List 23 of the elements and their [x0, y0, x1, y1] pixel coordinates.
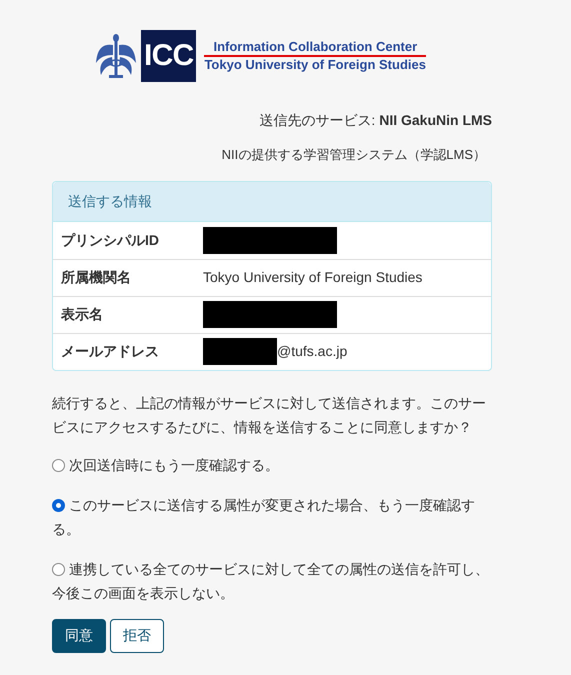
attribute-value: @tufs.ac.jp: [277, 342, 348, 361]
service-description: NIIの提供する学習管理システム（学認LMS）: [222, 146, 486, 164]
logo-title: Information Collaboration Center: [204, 39, 426, 57]
form-button[interactable]: 拒否: [110, 618, 164, 652]
consent-option[interactable]: 連携している全てのサービスに対して全ての属性の送信を許可し、今後この画面を表示しない。: [52, 556, 492, 604]
consent-option[interactable]: 次回送信時にもう一度確認する。: [52, 452, 492, 476]
consent-option[interactable]: このサービスに送信する属性が変更された場合、もう一度確認する。: [52, 492, 492, 540]
panel-title: 送信する情報: [68, 192, 152, 210]
logo-badge: ICC: [141, 30, 196, 82]
radio-button[interactable]: [52, 498, 65, 512]
service-name: NII GakuNin LMS: [379, 111, 492, 130]
radio-button[interactable]: [52, 562, 65, 576]
attribute-name: メールアドレス: [60, 342, 160, 361]
form-button[interactable]: 同意: [52, 618, 106, 652]
attribute-name: 所属機関名: [60, 268, 132, 287]
emblem-logo: [95, 33, 138, 79]
logo-subtitle: Tokyo University of Foreign Studies: [204, 57, 426, 73]
attribute-name: 表示名: [60, 305, 104, 324]
service-label: 送信先のサービス:: [259, 111, 376, 130]
attribute-name: プリンシパルID: [60, 230, 160, 250]
attribute-value: Tokyo University of Foreign Studies: [203, 268, 422, 287]
radio-button[interactable]: [52, 458, 65, 472]
consent-question: 続行すると、上記の情報がサービスに対して送信されます。このサービスにアクセスするたびに、情報を送信することに同意しますか？: [52, 394, 487, 436]
